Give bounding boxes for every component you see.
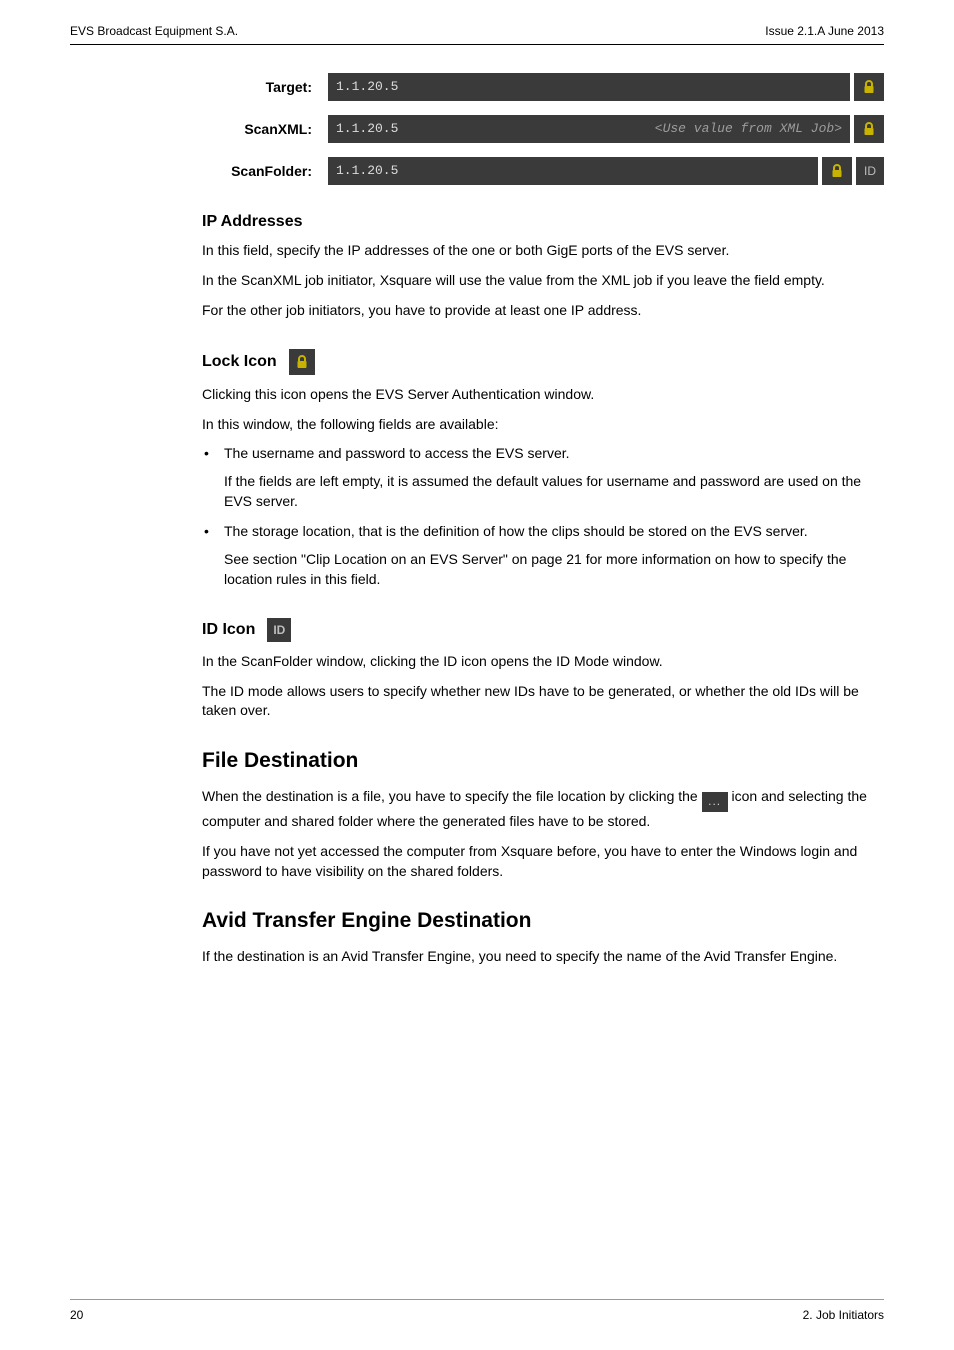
lock-icon: [296, 355, 308, 369]
lock-icon: [863, 122, 875, 136]
filedest-p1: When the destination is a file, you have…: [202, 787, 884, 831]
lock-p2: In this window, the following fields are…: [202, 415, 884, 435]
target-spacer: [498, 73, 850, 101]
target-row: Target: 1.1.20.5: [202, 73, 884, 101]
avid-heading: Avid Transfer Engine Destination: [202, 909, 884, 933]
id-p2: The ID mode allows users to specify whet…: [202, 682, 884, 722]
scanfolder-address-input[interactable]: 1.1.20.5: [328, 157, 498, 185]
lock-bullet-1: The username and password to access the …: [202, 444, 884, 464]
header-left: EVS Broadcast Equipment S.A.: [70, 24, 238, 38]
scanfolder-lock-button[interactable]: [822, 157, 852, 185]
ip-p3: For the other job initiators, you have t…: [202, 301, 884, 321]
lock-bullets-2: The storage location, that is the defini…: [202, 522, 884, 542]
lock-icon-badge: [289, 349, 315, 375]
target-lock-button[interactable]: [854, 73, 884, 101]
avid-p1: If the destination is an Avid Transfer E…: [202, 947, 884, 967]
target-address-input[interactable]: 1.1.20.5: [328, 73, 498, 101]
page-header: EVS Broadcast Equipment S.A. Issue 2.1.A…: [70, 24, 884, 44]
lock-bullet-1-sub: If the fields are left empty, it is assu…: [224, 472, 884, 512]
ip-p2: In the ScanXML job initiator, Xsquare wi…: [202, 271, 884, 291]
lock-icon-heading: Lock Icon: [202, 349, 884, 375]
filedest-p1a: When the destination is a file, you have…: [202, 788, 702, 804]
scanfolder-spacer: [498, 157, 818, 185]
browse-icon[interactable]: ...: [702, 792, 728, 812]
page-footer: 20 2. Job Initiators: [70, 1299, 884, 1322]
scanxml-label: ScanXML:: [202, 121, 312, 137]
lock-bullet-2-sub: See section "Clip Location on an EVS Ser…: [224, 550, 884, 590]
lock-p1: Clicking this icon opens the EVS Server …: [202, 385, 884, 405]
scanfolder-id-button[interactable]: ID: [856, 157, 884, 185]
lock-icon: [831, 164, 843, 178]
ip-addresses-heading: IP Addresses: [202, 213, 884, 231]
scanxml-lock-button[interactable]: [854, 115, 884, 143]
scanxml-xmljob-input[interactable]: <Use value from XML Job>: [498, 115, 850, 143]
id-p1: In the ScanFolder window, clicking the I…: [202, 652, 884, 672]
id-icon-heading: ID Icon ID: [202, 618, 884, 642]
file-destination-heading: File Destination: [202, 749, 884, 773]
target-label: Target:: [202, 79, 312, 95]
page-number: 20: [70, 1308, 83, 1322]
id-icon-heading-text: ID Icon: [202, 621, 255, 639]
ip-p1: In this field, specify the IP addresses …: [202, 241, 884, 261]
lock-icon-heading-text: Lock Icon: [202, 353, 277, 371]
id-icon-badge: ID: [267, 618, 291, 642]
scanxml-row: ScanXML: 1.1.20.5 <Use value from XML Jo…: [202, 115, 884, 143]
scanfolder-label: ScanFolder:: [202, 163, 312, 179]
lock-bullet-2: The storage location, that is the defini…: [202, 522, 884, 542]
lock-icon: [863, 80, 875, 94]
lock-bullets: The username and password to access the …: [202, 444, 884, 464]
header-divider: [70, 44, 884, 45]
header-right: Issue 2.1.A June 2013: [765, 24, 884, 38]
filedest-p2: If you have not yet accessed the compute…: [202, 842, 884, 882]
scanxml-address-input[interactable]: 1.1.20.5: [328, 115, 498, 143]
scanfolder-row: ScanFolder: 1.1.20.5 ID: [202, 157, 884, 185]
footer-section: 2. Job Initiators: [803, 1308, 884, 1322]
